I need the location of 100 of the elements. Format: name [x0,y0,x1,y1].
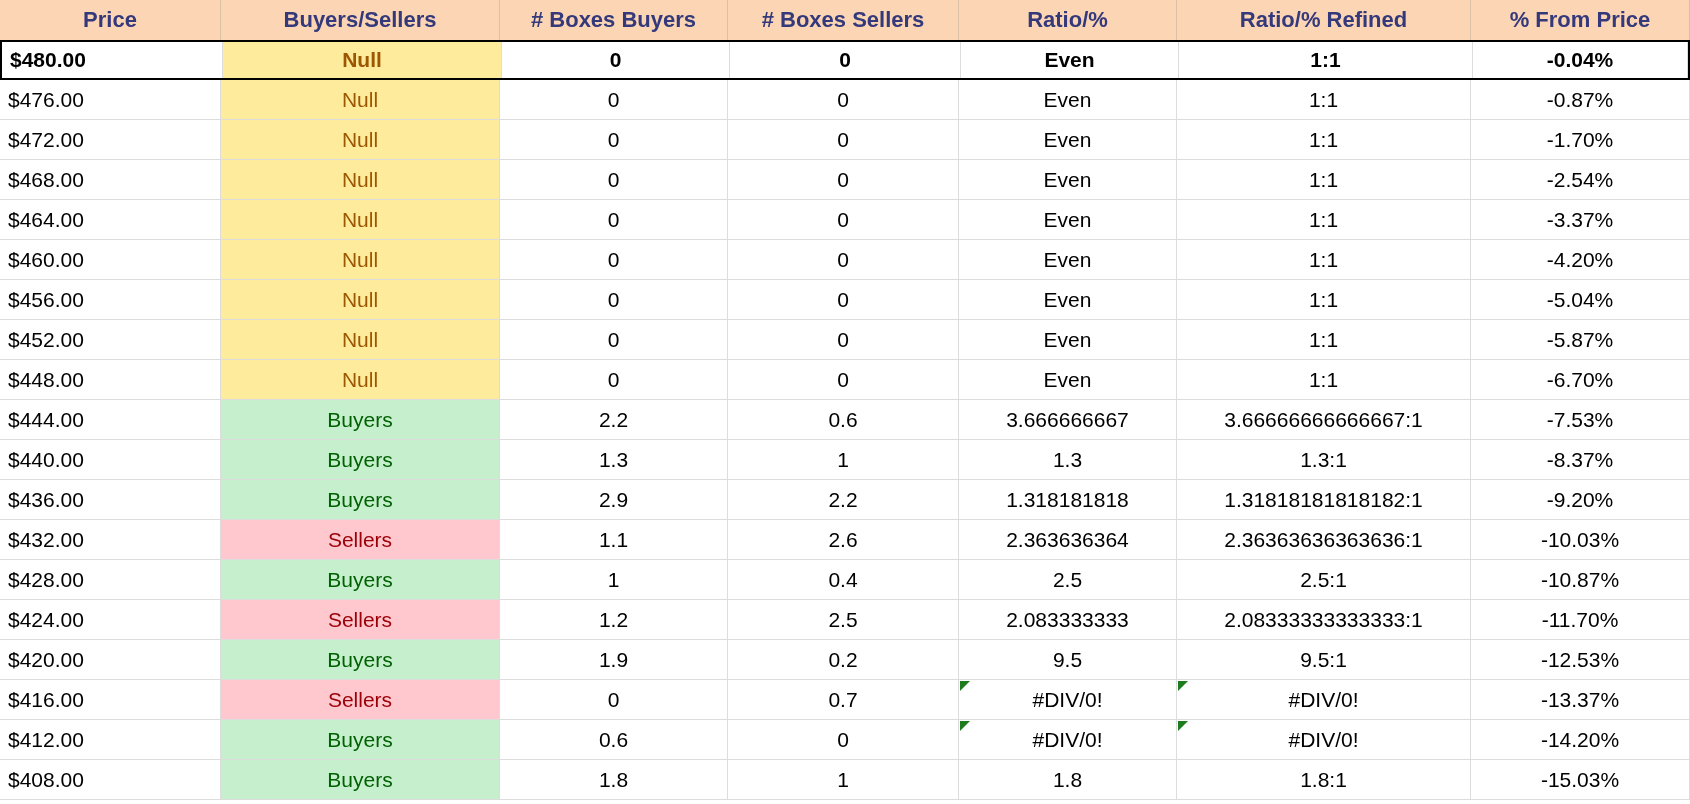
table-cell: 2.5:1 [1177,560,1471,599]
table-cell: 0 [730,42,961,78]
table-cell: 0 [500,80,728,119]
table-cell: -8.37% [1471,440,1690,479]
status-cell: Sellers [221,520,500,559]
status-cell: Buyers [221,760,500,799]
table-cell: 1.8 [500,760,728,799]
table-cell: 0 [728,200,959,239]
table-cell: 1:1 [1177,160,1471,199]
table-cell: 0 [728,360,959,399]
table-cell: 1.9 [500,640,728,679]
table-cell: 0 [500,200,728,239]
table-cell: 1 [728,440,959,479]
table-cell: 1.2 [500,600,728,639]
table-cell: 2.36363636363636:1 [1177,520,1471,559]
table-cell: -13.37% [1471,680,1690,719]
table-cell: -10.03% [1471,520,1690,559]
table-cell: 1.3:1 [1177,440,1471,479]
table-cell: 3.66666666666667:1 [1177,400,1471,439]
column-header: # Boxes Buyers [500,0,728,40]
column-header: Ratio/% [959,0,1177,40]
table-cell: Even [959,360,1177,399]
table-cell: 9.5:1 [1177,640,1471,679]
table-cell: -0.87% [1471,80,1690,119]
table-cell: 1.1 [500,520,728,559]
status-cell: Buyers [221,440,500,479]
table-cell: -9.20% [1471,480,1690,519]
table-cell: 2.08333333333333:1 [1177,600,1471,639]
table-cell: 3.666666667 [959,400,1177,439]
status-cell: Buyers [221,480,500,519]
table-cell: 1:1 [1177,320,1471,359]
table-cell: #DIV/0! [959,680,1177,719]
status-cell: Null [221,320,500,359]
table-cell: 0 [728,320,959,359]
table-cell: 1.8 [959,760,1177,799]
status-cell: Null [221,200,500,239]
table-cell: 1:1 [1177,200,1471,239]
table-cell: 0 [728,80,959,119]
table-cell: 0 [500,320,728,359]
table-cell: #DIV/0! [1177,720,1471,759]
table-cell: 2.2 [728,480,959,519]
table-cell: Even [959,120,1177,159]
table-cell: 0 [500,280,728,319]
table-cell: -7.53% [1471,400,1690,439]
table-cell: Even [959,160,1177,199]
table-cell: #DIV/0! [959,720,1177,759]
table-cell: 0 [728,720,959,759]
table-cell: 2.2 [500,400,728,439]
status-cell: Sellers [221,680,500,719]
status-cell: Null [221,280,500,319]
table-cell: 9.5 [959,640,1177,679]
status-cell: Sellers [221,600,500,639]
table-cell: 1.3 [500,440,728,479]
column-header: # Boxes Sellers [728,0,959,40]
status-cell: Buyers [221,400,500,439]
table-cell: 2.5 [959,560,1177,599]
table-cell: 0 [502,42,730,78]
table-cell: 2.6 [728,520,959,559]
table-cell: 1.31818181818182:1 [1177,480,1471,519]
table-cell: -4.20% [1471,240,1690,279]
status-cell: Null [221,160,500,199]
status-cell: Null [221,360,500,399]
table-cell: -1.70% [1471,120,1690,159]
status-cell: Null [223,42,502,78]
table-cell: 2.363636364 [959,520,1177,559]
table-cell: Even [959,80,1177,119]
table-cell: 2.9 [500,480,728,519]
status-cell: Buyers [221,640,500,679]
column-header: Price [0,0,221,40]
column-header: % From Price [1471,0,1690,40]
table-cell: 1:1 [1179,42,1473,78]
table-cell: 1:1 [1177,120,1471,159]
table-cell: 0 [500,680,728,719]
table-cell: 1 [500,560,728,599]
table-cell: 2.5 [728,600,959,639]
table-cell: 0 [500,360,728,399]
table-cell: 1.3 [959,440,1177,479]
table-cell: 0 [728,280,959,319]
table-cell: Even [959,200,1177,239]
status-cell: Null [221,80,500,119]
status-cell: Buyers [221,720,500,759]
table-cell: 2.083333333 [959,600,1177,639]
table-cell: 0 [500,120,728,159]
table-cell: Even [961,42,1179,78]
table-cell: -2.54% [1471,160,1690,199]
table-cell: 0.6 [500,720,728,759]
table-cell: 1:1 [1177,360,1471,399]
column-header: Buyers/Sellers [221,0,500,40]
table-cell: Even [959,320,1177,359]
table-cell: -6.70% [1471,360,1690,399]
status-cell: Buyers [221,560,500,599]
table-cell: 1:1 [1177,280,1471,319]
table-cell: 0.2 [728,640,959,679]
table-cell: -0.04% [1473,42,1688,78]
table-cell: -5.04% [1471,280,1690,319]
table-cell: 1:1 [1177,240,1471,279]
table-cell: Even [959,240,1177,279]
status-cell: Null [221,240,500,279]
table-cell: 0.4 [728,560,959,599]
table-cell: -14.20% [1471,720,1690,759]
